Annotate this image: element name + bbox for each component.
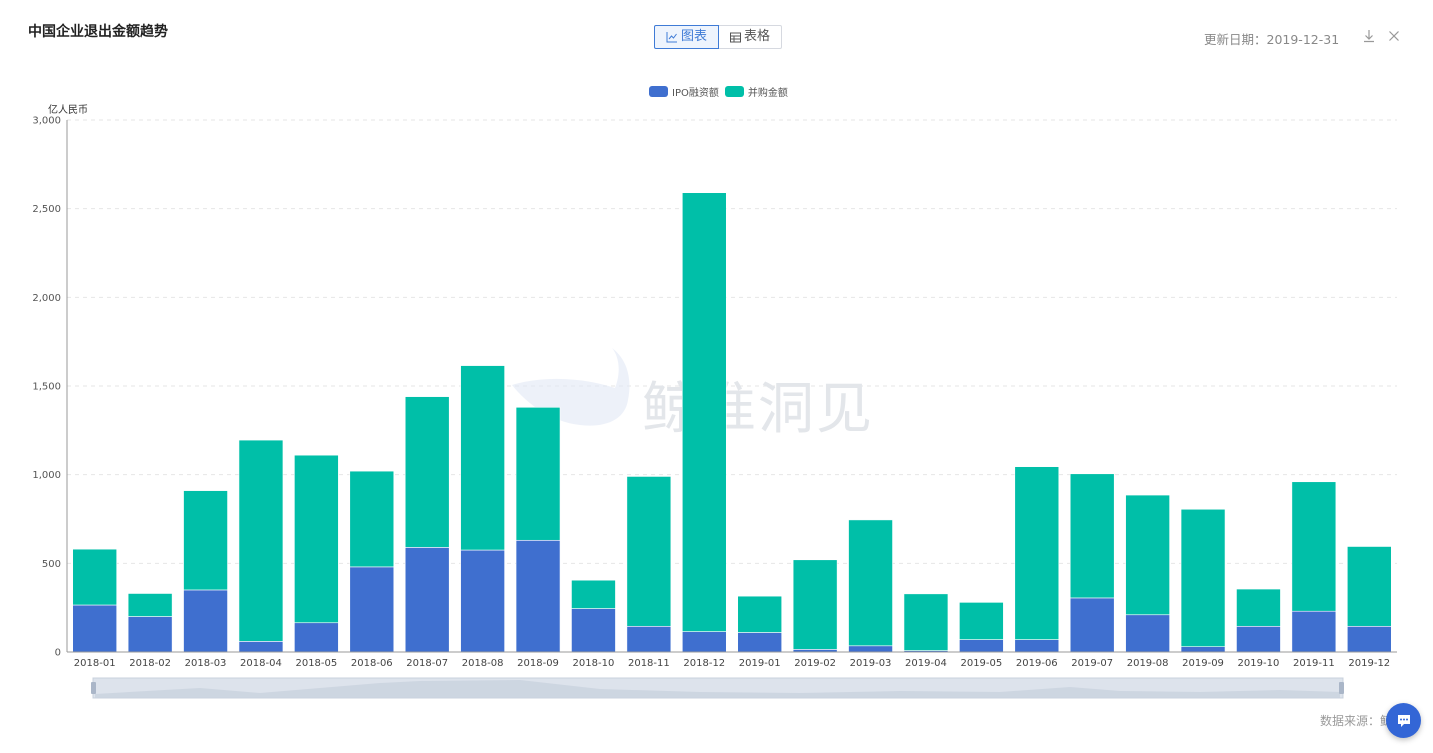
bar-ma	[404, 396, 450, 548]
bar-ma	[183, 490, 228, 591]
bar-ipo	[1069, 597, 1115, 653]
x-tick-label: 2019-03	[850, 658, 892, 669]
bar-ipo	[848, 645, 893, 653]
bar-ma	[1069, 473, 1115, 599]
x-tick-label: 2018-05	[295, 658, 337, 669]
x-tick-label: 2018-08	[462, 658, 504, 669]
x-tick-label: 2019-02	[794, 658, 836, 669]
bar-ipo	[571, 608, 616, 653]
bar-ipo	[238, 641, 284, 653]
x-tick-label: 2018-06	[351, 658, 393, 669]
x-tick-label: 2018-01	[74, 658, 116, 669]
bar-ma	[238, 439, 284, 642]
bar-ma	[681, 192, 727, 632]
y-tick-label: 500	[42, 559, 61, 570]
x-tick-label: 2019-10	[1238, 658, 1280, 669]
x-tick-label: 2018-07	[406, 658, 448, 669]
bar-ipo	[681, 631, 727, 653]
x-tick-label: 2019-06	[1016, 658, 1058, 669]
x-tick-label: 2018-02	[129, 658, 171, 669]
y-tick-label: 0	[55, 648, 61, 659]
y-axis-unit: 亿人民币	[48, 103, 88, 116]
bar-ma	[1180, 508, 1226, 647]
bar-ma	[571, 579, 616, 609]
bar-ipo	[460, 549, 505, 653]
x-tick-label: 2018-11	[628, 658, 670, 669]
bar-ipo	[294, 622, 339, 653]
bar-ma	[127, 593, 173, 617]
x-tick-label: 2019-04	[905, 658, 947, 669]
data-source: 数据来源：鲸	[1320, 714, 1393, 728]
y-tick-label: 2,000	[32, 293, 61, 304]
zoom-handle-right[interactable]	[1339, 682, 1344, 694]
x-tick-label: 2019-07	[1071, 658, 1113, 669]
bar-ipo	[349, 566, 395, 653]
bar-ma	[1346, 546, 1392, 627]
zoom-handle-left[interactable]	[91, 682, 96, 694]
bar-ipo	[515, 539, 561, 653]
bar-ipo	[127, 616, 173, 653]
bar-ipo	[404, 547, 450, 653]
bar-ipo	[1236, 625, 1281, 653]
bar-ma	[72, 548, 118, 606]
x-tick-label: 2019-11	[1293, 658, 1335, 669]
x-tick-label: 2019-05	[960, 658, 1002, 669]
data-zoom-slider[interactable]	[91, 677, 1344, 699]
bar-ipo	[1014, 639, 1060, 653]
bar-ma	[1125, 494, 1170, 616]
stacked-bar-chart: 鲸准洞见 0 500 1,000 1,500 2,000 2,500 3,000 2018-0…	[32, 103, 1397, 699]
bar-ipo	[1291, 610, 1337, 653]
bar-ipo	[737, 632, 783, 653]
bar-ma	[792, 559, 838, 650]
chat-button[interactable]	[1386, 703, 1421, 738]
bar-ma	[460, 365, 505, 551]
x-tick-label: 2018-09	[517, 658, 559, 669]
x-tick-label: 2019-12	[1348, 658, 1390, 669]
bar-ma	[349, 470, 395, 568]
bar-ma	[959, 602, 1004, 640]
x-tick-label: 2018-03	[185, 658, 227, 669]
y-tick-label: 3,000	[32, 116, 61, 127]
x-tick-label: 2018-10	[573, 658, 615, 669]
bar-ma	[1236, 588, 1281, 627]
bar-ipo	[626, 625, 672, 653]
bar-ma	[515, 406, 561, 541]
bar-ipo	[183, 589, 228, 653]
x-tick-label: 2019-08	[1127, 658, 1169, 669]
x-tick-label: 2018-04	[240, 658, 282, 669]
y-tick-label: 1,000	[32, 470, 61, 481]
bar-ma	[848, 519, 893, 647]
bar-ipo	[72, 604, 118, 653]
bar-ipo	[1180, 646, 1226, 653]
chat-icon	[1397, 714, 1410, 727]
bar-ipo	[1125, 614, 1170, 653]
bar-ma	[294, 454, 339, 624]
bar-ma	[626, 476, 672, 627]
bar-ma	[903, 593, 949, 651]
x-tick-label: 2018-12	[683, 658, 725, 669]
bar-ma	[1014, 466, 1060, 640]
y-tick-label: 2,500	[32, 204, 61, 215]
bar-ipo	[1346, 625, 1392, 653]
y-tick-label: 1,500	[32, 382, 61, 393]
watermark-text: 鲸准洞见	[642, 377, 874, 442]
x-tick-label: 2019-01	[739, 658, 781, 669]
bar-ipo	[959, 639, 1004, 653]
x-tick-label: 2019-09	[1182, 658, 1224, 669]
bar-ma	[1291, 481, 1337, 612]
bar-ma	[737, 595, 783, 633]
